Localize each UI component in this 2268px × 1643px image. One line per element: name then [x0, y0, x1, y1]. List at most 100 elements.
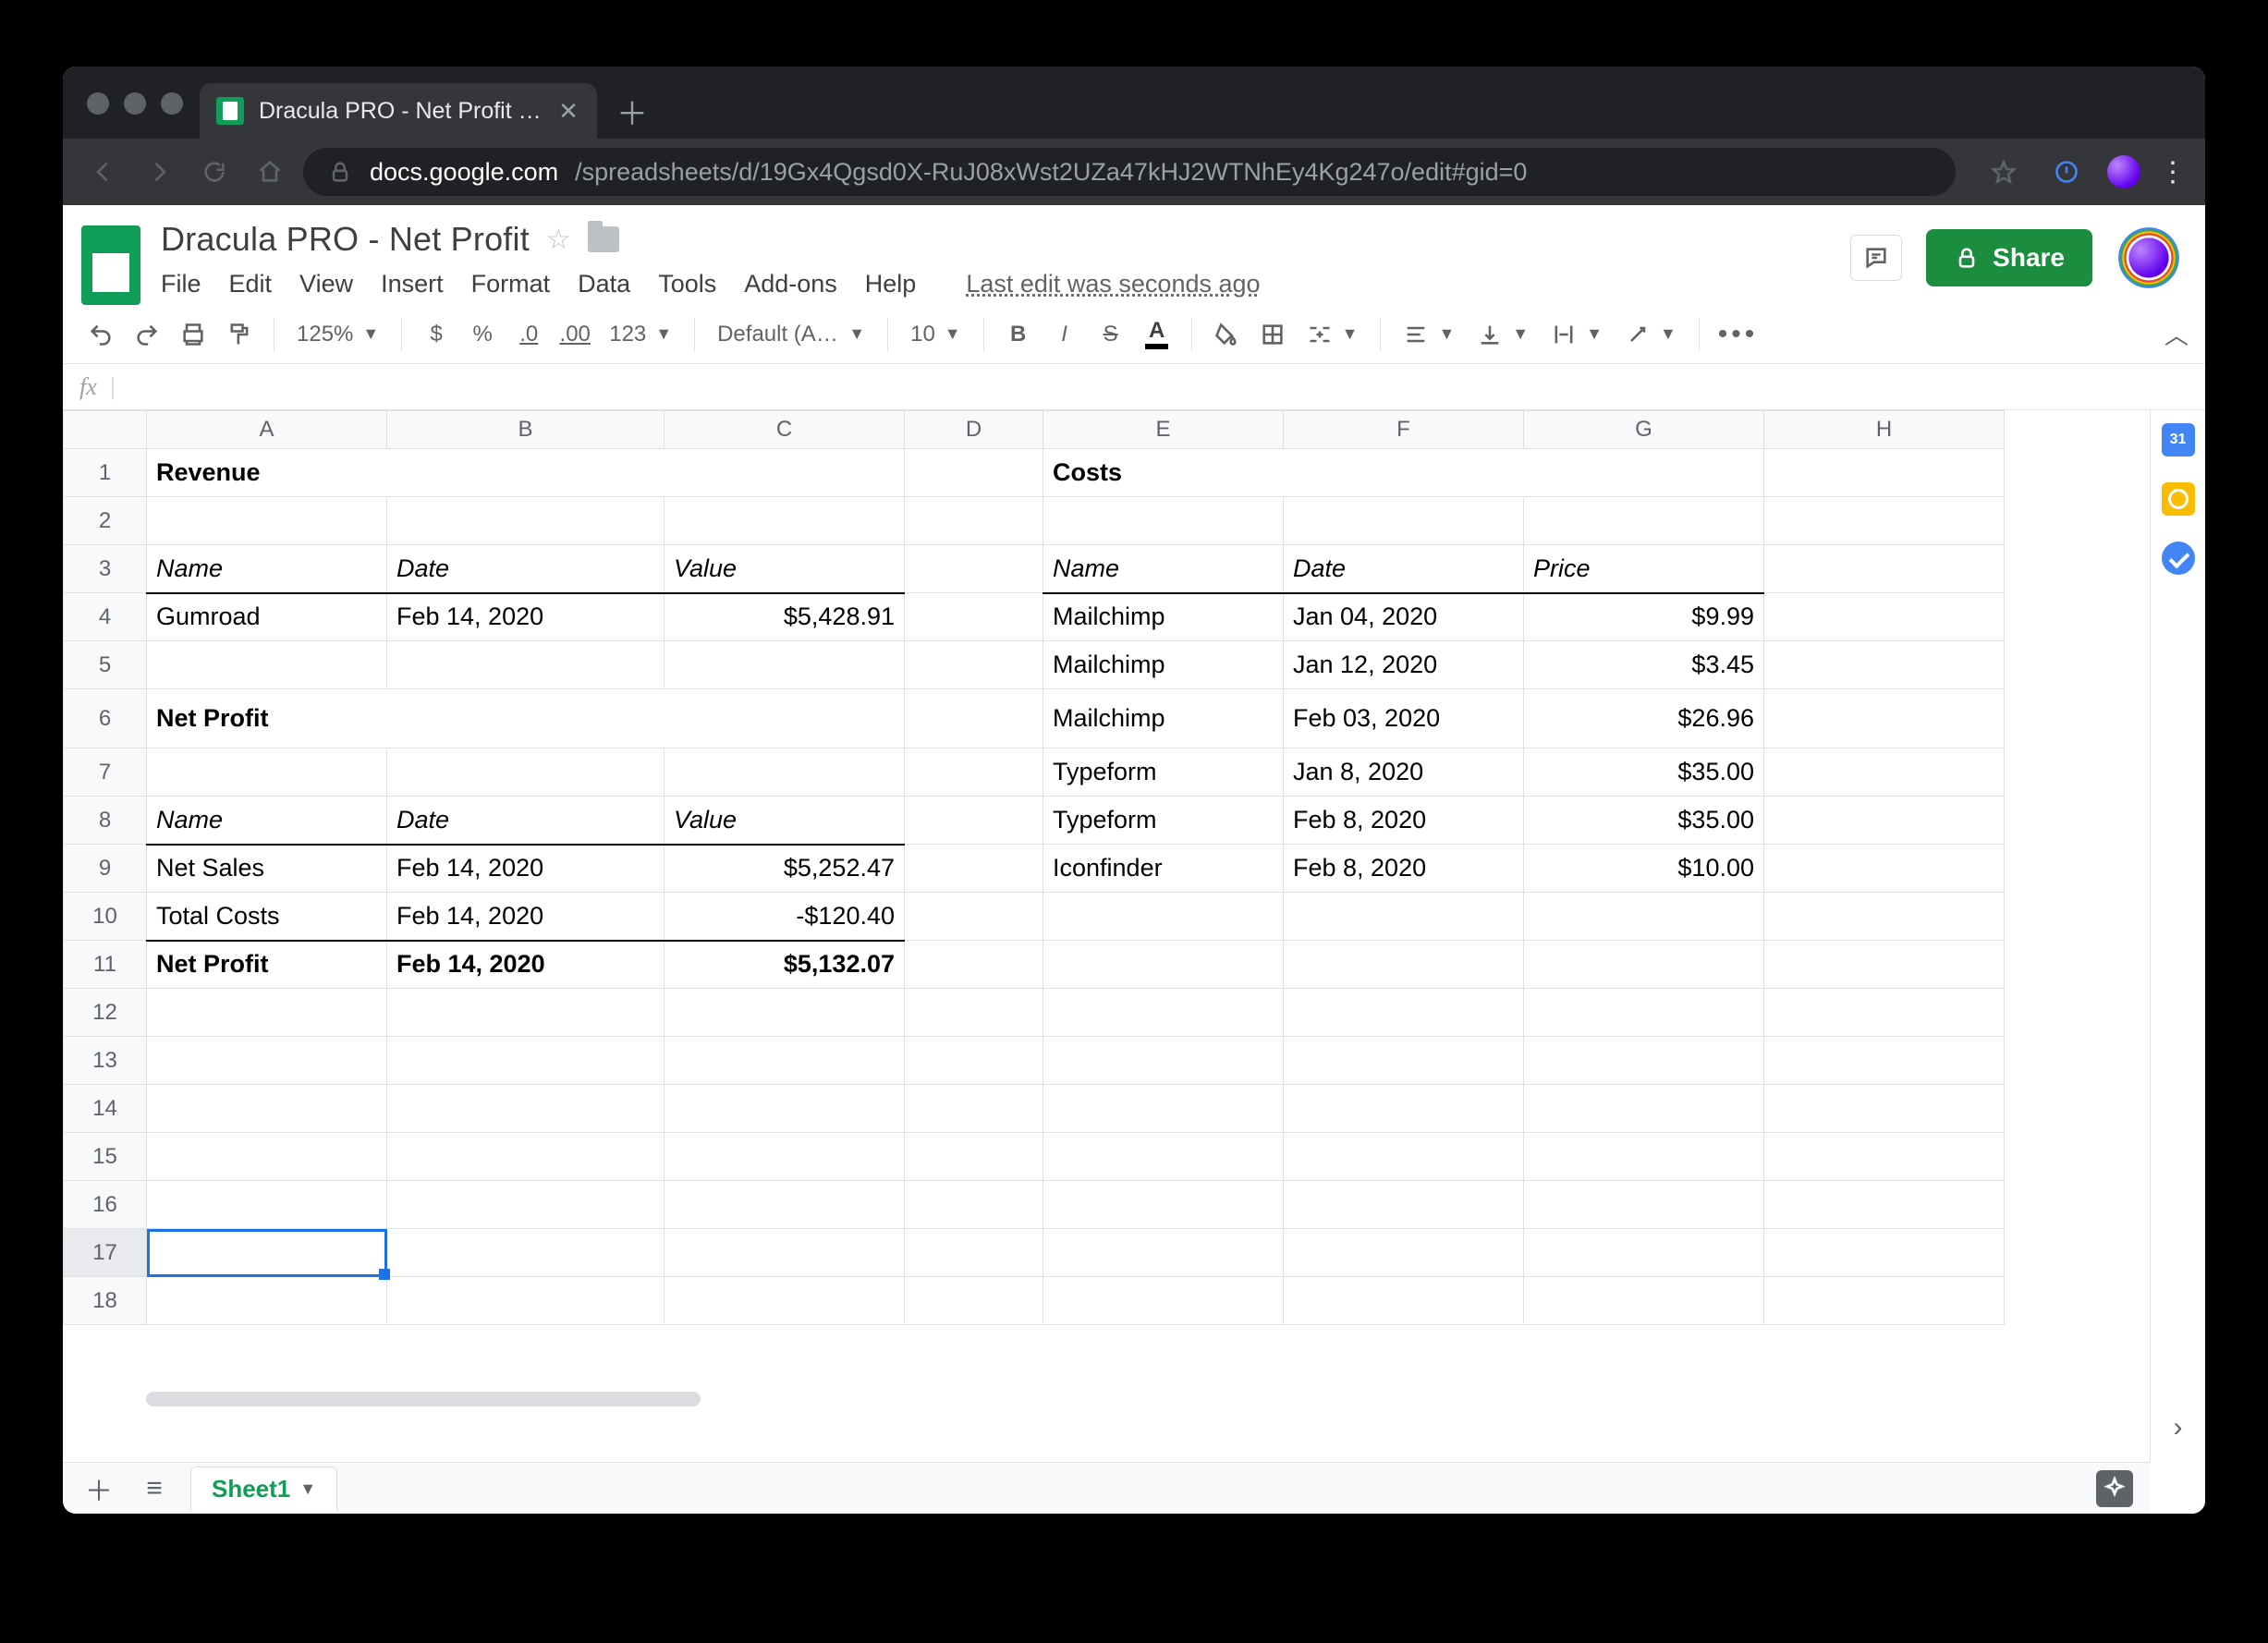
row-17[interactable]: 17: [64, 1229, 2005, 1277]
cell-b9[interactable]: Feb 14, 2020: [387, 845, 665, 893]
cell-e9[interactable]: Iconfinder: [1043, 845, 1284, 893]
row-13[interactable]: 13: [64, 1037, 2005, 1085]
cell-c9[interactable]: $5,252.47: [665, 845, 905, 893]
row-header-4[interactable]: 4: [64, 593, 147, 641]
row-1[interactable]: 1 Revenue Costs: [64, 449, 2005, 497]
add-sheet-button[interactable]: ＋: [79, 1469, 118, 1508]
nav-reload-button[interactable]: [192, 150, 237, 194]
cell-e6[interactable]: Mailchimp: [1043, 689, 1284, 748]
dec-increase-button[interactable]: .00: [554, 313, 596, 356]
nav-back-button[interactable]: [81, 150, 126, 194]
star-icon[interactable]: ☆: [546, 224, 571, 256]
italic-button[interactable]: I: [1043, 313, 1086, 356]
row-7[interactable]: 7 Typeform Jan 8, 2020 $35.00: [64, 748, 2005, 797]
menu-help[interactable]: Help: [865, 270, 917, 298]
col-header-e[interactable]: E: [1043, 411, 1284, 449]
row-10[interactable]: 10 Total Costs Feb 14, 2020 -$120.40: [64, 893, 2005, 941]
bold-button[interactable]: B: [997, 313, 1040, 356]
format-currency-button[interactable]: $: [415, 313, 457, 356]
cell-g6[interactable]: $26.96: [1524, 689, 1764, 748]
menu-tools[interactable]: Tools: [658, 270, 716, 298]
cell-g4[interactable]: $9.99: [1524, 593, 1764, 641]
menu-data[interactable]: Data: [578, 270, 630, 298]
font-select[interactable]: Default (Ari...▼: [708, 322, 874, 347]
menu-insert[interactable]: Insert: [381, 270, 444, 298]
side-panel-toggle-icon[interactable]: ›: [2174, 1412, 2183, 1443]
zoom-select[interactable]: 125%▼: [287, 322, 388, 347]
bookmark-star-icon[interactable]: [1981, 150, 2026, 194]
undo-button[interactable]: [79, 313, 122, 356]
borders-button[interactable]: [1251, 313, 1294, 356]
cell-b10[interactable]: Feb 14, 2020: [387, 893, 665, 941]
row-6[interactable]: 6 Net Profit Mailchimp Feb 03, 2020 $26.…: [64, 689, 2005, 748]
new-tab-button[interactable]: ＋: [614, 92, 651, 129]
row-header-5[interactable]: 5: [64, 641, 147, 689]
col-header-c[interactable]: C: [665, 411, 905, 449]
explore-button[interactable]: [2096, 1470, 2133, 1507]
cell-g9[interactable]: $10.00: [1524, 845, 1764, 893]
row-header-16[interactable]: 16: [64, 1181, 147, 1229]
tab-close-icon[interactable]: ✕: [556, 99, 580, 123]
cell-f5[interactable]: Jan 12, 2020: [1284, 641, 1524, 689]
row-header-7[interactable]: 7: [64, 748, 147, 797]
cell-a9[interactable]: Net Sales: [147, 845, 387, 893]
col-header-f[interactable]: F: [1284, 411, 1524, 449]
tasks-icon[interactable]: [2162, 542, 2195, 575]
dec-decrease-button[interactable]: .0: [507, 313, 550, 356]
wrap-button[interactable]: ▼: [1542, 322, 1612, 347]
all-sheets-button[interactable]: ≡: [135, 1469, 174, 1508]
row-3[interactable]: 3 Name Date Value Name Date Price: [64, 545, 2005, 593]
window-min-dot[interactable]: [124, 92, 146, 115]
browser-menu-button[interactable]: ⋮: [2159, 156, 2187, 189]
row-header-13[interactable]: 13: [64, 1037, 147, 1085]
strike-button[interactable]: S: [1090, 313, 1132, 356]
row-16[interactable]: 16: [64, 1181, 2005, 1229]
row-8[interactable]: 8 Name Date Value Typeform Feb 8, 2020 $…: [64, 797, 2005, 845]
browser-tab[interactable]: Dracula PRO - Net Profit - Googl ✕: [200, 83, 597, 139]
row-15[interactable]: 15: [64, 1133, 2005, 1181]
cell-b11[interactable]: Feb 14, 2020: [387, 941, 665, 989]
cell-f8[interactable]: Feb 8, 2020: [1284, 797, 1524, 845]
halign-button[interactable]: ▼: [1394, 322, 1464, 347]
print-button[interactable]: [172, 313, 214, 356]
font-size-select[interactable]: 10▼: [901, 322, 970, 347]
row-header-12[interactable]: 12: [64, 989, 147, 1037]
row-5[interactable]: 5 Mailchimp Jan 12, 2020 $3.45: [64, 641, 2005, 689]
row-header-2[interactable]: 2: [64, 497, 147, 545]
calendar-icon[interactable]: [2162, 423, 2195, 456]
row-header-8[interactable]: 8: [64, 797, 147, 845]
cell-b8[interactable]: Date: [387, 797, 665, 845]
sheets-logo-icon[interactable]: [81, 225, 140, 305]
cell-b3[interactable]: Date: [387, 545, 665, 593]
row-header-11[interactable]: 11: [64, 941, 147, 989]
cell-e3[interactable]: Name: [1043, 545, 1284, 593]
row-header-1[interactable]: 1: [64, 449, 147, 497]
row-12[interactable]: 12: [64, 989, 2005, 1037]
move-folder-icon[interactable]: [588, 226, 619, 252]
formula-bar[interactable]: fx |: [63, 364, 2205, 410]
cell-c4[interactable]: $5,428.91: [665, 593, 905, 641]
valign-button[interactable]: ▼: [1468, 322, 1538, 347]
cell-a6[interactable]: Net Profit: [147, 689, 905, 748]
row-18[interactable]: 18: [64, 1277, 2005, 1325]
redo-button[interactable]: [126, 313, 168, 356]
menu-file[interactable]: File: [161, 270, 201, 298]
menu-view[interactable]: View: [299, 270, 353, 298]
col-header-g[interactable]: G: [1524, 411, 1764, 449]
toolbar-overflow-button[interactable]: •••: [1713, 313, 1764, 356]
cell-g7[interactable]: $35.00: [1524, 748, 1764, 797]
cell-e8[interactable]: Typeform: [1043, 797, 1284, 845]
cell-a11[interactable]: Net Profit: [147, 941, 387, 989]
rotate-button[interactable]: ▼: [1616, 322, 1686, 347]
cell-e7[interactable]: Typeform: [1043, 748, 1284, 797]
fill-color-button[interactable]: [1205, 313, 1248, 356]
col-header-d[interactable]: D: [905, 411, 1043, 449]
cell-d1[interactable]: [905, 449, 1043, 497]
window-max-dot[interactable]: [161, 92, 183, 115]
cell-h1[interactable]: [1764, 449, 2005, 497]
row-11[interactable]: 11 Net Profit Feb 14, 2020 $5,132.07: [64, 941, 2005, 989]
cell-c3[interactable]: Value: [665, 545, 905, 593]
row-header-14[interactable]: 14: [64, 1085, 147, 1133]
column-header-row[interactable]: A B C D E F G H: [64, 411, 2005, 449]
paint-format-button[interactable]: [218, 313, 261, 356]
